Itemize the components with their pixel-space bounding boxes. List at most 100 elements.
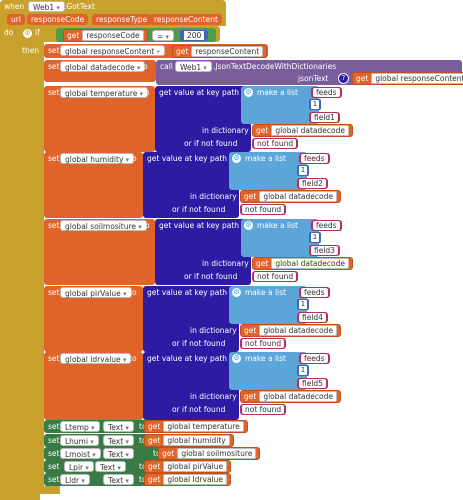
component-dropdown[interactable]: Lldr	[60, 474, 90, 485]
not-found-text[interactable]: not found	[252, 271, 299, 282]
number-key[interactable]: 1	[297, 365, 309, 376]
in-dictionary-label: in dictionary	[202, 126, 249, 135]
var-dropdown[interactable]: global datadecode	[60, 61, 146, 72]
get-value-label: get value at key path	[147, 354, 228, 363]
get-datadecode[interactable]: get global datadecode	[240, 190, 341, 203]
set-label: set	[48, 88, 60, 97]
var-dropdown[interactable]: global temperature	[60, 87, 149, 98]
text-key[interactable]: feeds	[299, 287, 330, 298]
make-list-label: make a list	[245, 288, 286, 297]
text-key[interactable]: field2	[297, 178, 328, 189]
make-list-label: make a list	[245, 154, 286, 163]
set-label: set	[48, 475, 60, 484]
var-dropdown[interactable]: global ldrvalue	[60, 353, 132, 364]
make-list-label: make a list	[257, 88, 298, 97]
get-datadecode[interactable]: get global datadecode	[252, 124, 353, 137]
if-not-found-label: or if not found	[184, 139, 238, 148]
then-label: then	[22, 46, 40, 55]
not-found-text[interactable]: not found	[240, 204, 287, 215]
number-key[interactable]: 1	[297, 299, 309, 310]
if-gear-icon[interactable]: ⚙	[23, 29, 32, 38]
in-dictionary-label: in dictionary	[190, 392, 237, 401]
blocks-workspace[interactable]: when Web1 .GotText url responseCode resp…	[0, 0, 463, 500]
list-gear-icon[interactable]: ⚙	[244, 88, 253, 97]
component-dropdown[interactable]: Lhumi	[60, 435, 99, 446]
property-dropdown[interactable]: Text	[103, 421, 134, 432]
text-key[interactable]: feeds	[311, 87, 342, 98]
var-dropdown[interactable]: global humidity	[60, 153, 135, 164]
number-block[interactable]: 200	[180, 30, 209, 41]
text-key[interactable]: field3	[309, 245, 340, 256]
text-key[interactable]: feeds	[299, 153, 330, 164]
to-label: to	[142, 88, 150, 97]
not-found-text[interactable]: not found	[240, 404, 287, 415]
set-label: set	[48, 462, 60, 471]
set-label: set	[48, 288, 60, 297]
number-key[interactable]: 1	[297, 165, 309, 176]
list-gear-icon[interactable]: ⚙	[232, 354, 241, 363]
var-dropdown[interactable]: global pirValue	[60, 287, 132, 298]
get-responseContent[interactable]: get global responseContent	[352, 72, 463, 85]
var-dropdown[interactable]: global responseContent	[60, 45, 165, 56]
property-dropdown[interactable]: Text	[103, 435, 134, 446]
do-label: do	[4, 28, 14, 37]
var-dropdown[interactable]: global soilmositure	[60, 220, 147, 231]
if-not-found-label: or if not found	[172, 405, 226, 414]
in-dictionary-label: in dictionary	[202, 259, 249, 268]
text-key[interactable]: field4	[297, 312, 328, 323]
get-global-var[interactable]: get global pirValue	[144, 460, 232, 473]
list-gear-icon[interactable]: ⚙	[232, 288, 241, 297]
get-value-label: get value at key path	[147, 288, 228, 297]
get-global-var[interactable]: get global temperature	[144, 420, 248, 433]
param-url[interactable]: url	[7, 14, 25, 25]
in-dictionary-label: in dictionary	[190, 326, 237, 335]
get-value-label: get value at key path	[159, 88, 240, 97]
property-dropdown[interactable]: Text	[103, 474, 134, 485]
in-dictionary-label: in dictionary	[190, 192, 237, 201]
get-global-var[interactable]: get global ldrvalue	[144, 473, 231, 486]
when-label: when	[4, 2, 25, 11]
component-dropdown[interactable]: Lmoist	[60, 448, 101, 459]
get-datadecode[interactable]: get global datadecode	[252, 257, 353, 270]
property-dropdown[interactable]: Text	[95, 461, 126, 472]
param-responseCode[interactable]: responseCode	[27, 14, 89, 25]
set-label: set	[48, 422, 60, 431]
to-label: to	[129, 154, 137, 163]
to-label: to	[142, 221, 150, 230]
set-label: set	[48, 436, 60, 445]
number-key[interactable]: 1	[309, 232, 321, 243]
component-dropdown[interactable]: Web1	[28, 1, 65, 12]
set-label: set	[48, 221, 60, 230]
list-gear-icon[interactable]: ⚙	[232, 154, 241, 163]
text-key[interactable]: field5	[297, 378, 328, 389]
list-gear-icon[interactable]: ⚙	[244, 221, 253, 230]
to-label: to	[129, 288, 137, 297]
not-found-text[interactable]: not found	[252, 138, 299, 149]
web-component-dropdown[interactable]: Web1	[175, 61, 212, 72]
get-responseContent[interactable]: get responseContent	[172, 45, 268, 58]
if-not-found-label: or if not found	[184, 272, 238, 281]
get-global-var[interactable]: get global humidity	[144, 434, 234, 447]
set-label: set	[48, 154, 60, 163]
component-dropdown[interactable]: Ltemp	[60, 421, 100, 432]
make-list-label: make a list	[257, 221, 298, 230]
get-responseCode[interactable]: get responseCode	[63, 29, 148, 42]
param-responseContent[interactable]: responseContent	[150, 14, 222, 25]
text-key[interactable]: feeds	[299, 353, 330, 364]
if-label: if	[35, 28, 40, 37]
property-dropdown[interactable]: Text	[103, 448, 134, 459]
get-datadecode[interactable]: get global datadecode	[240, 324, 341, 337]
text-key[interactable]: feeds	[311, 220, 342, 231]
param-responseType[interactable]: responseType	[92, 14, 152, 25]
not-found-text[interactable]: not found	[240, 338, 287, 349]
operator-dropdown[interactable]: =	[152, 30, 175, 41]
to-label: to	[129, 354, 137, 363]
get-datadecode[interactable]: get global datadecode	[240, 390, 341, 403]
help-icon[interactable]: ?	[338, 73, 349, 84]
event-name: .GotText	[64, 2, 95, 11]
component-dropdown[interactable]: Lpir	[64, 461, 94, 472]
text-key[interactable]: field1	[309, 112, 340, 123]
get-global-var[interactable]: get global soilmositure	[158, 447, 261, 460]
number-key[interactable]: 1	[309, 99, 321, 110]
set-label: set	[48, 449, 60, 458]
